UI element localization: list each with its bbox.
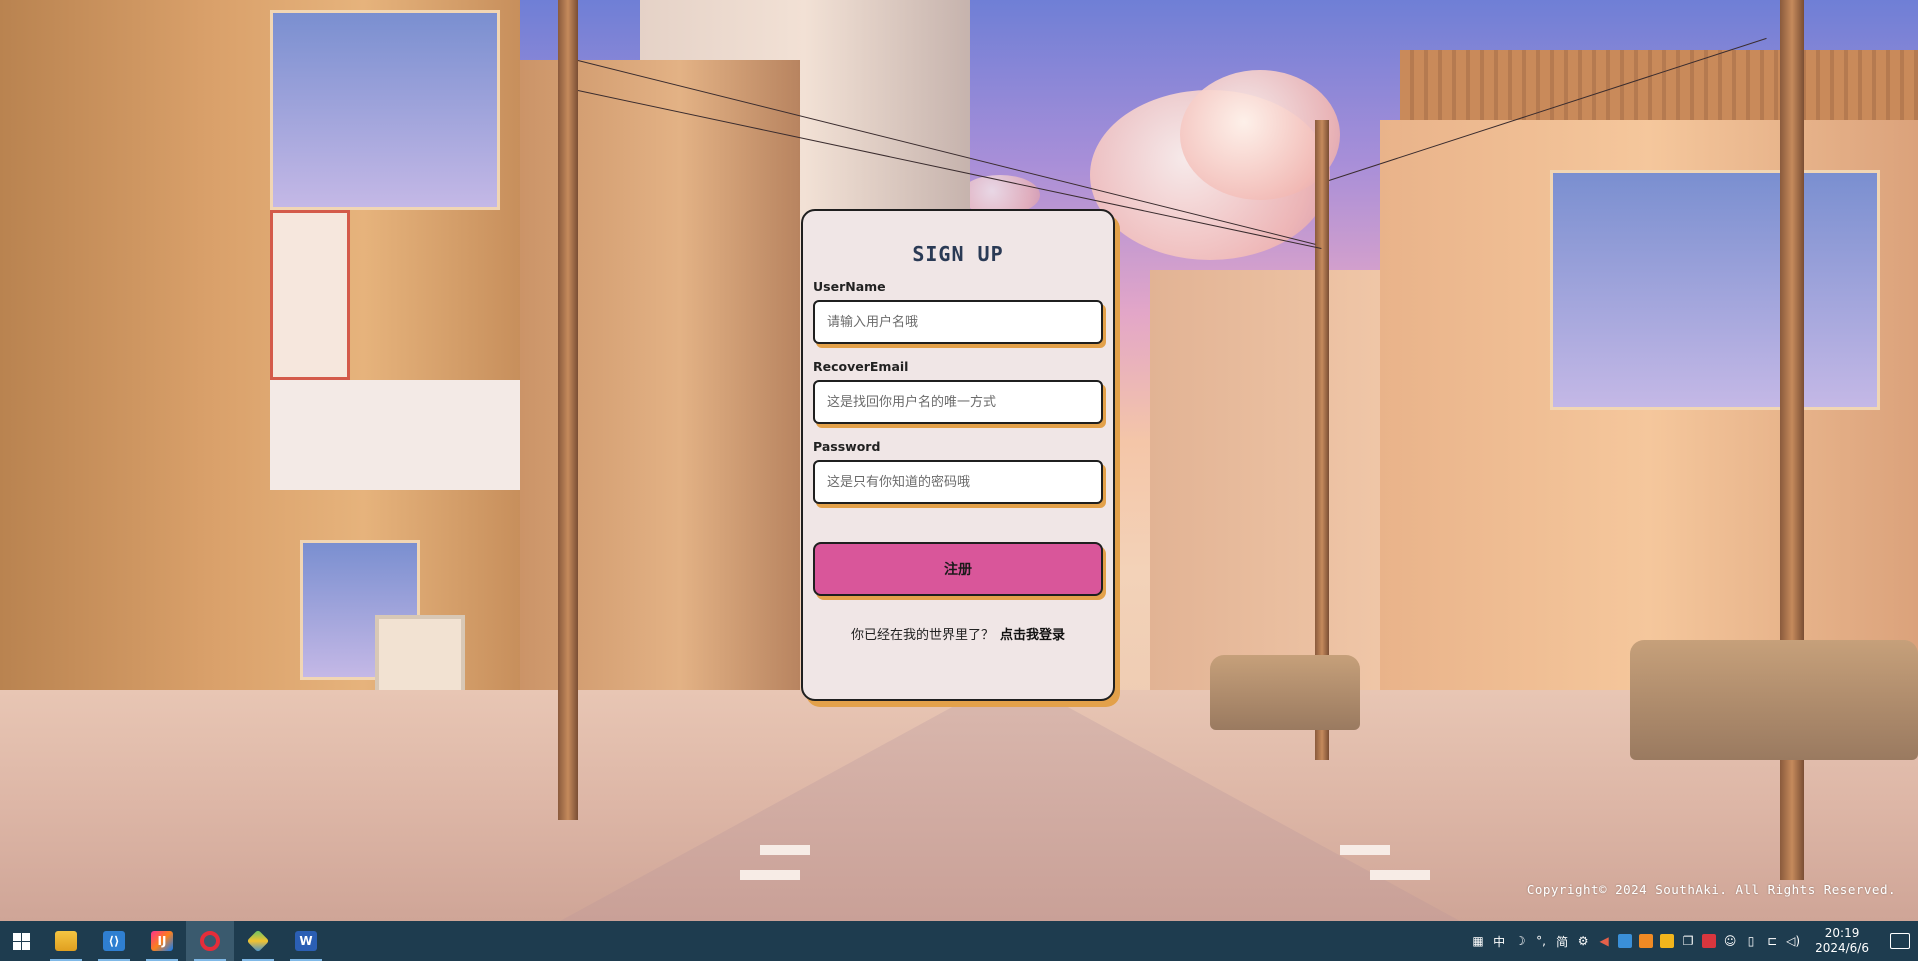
word-icon: W (295, 931, 317, 951)
network-icon[interactable]: ⊏ (1765, 934, 1779, 948)
ime-grid-icon[interactable]: ▦ (1471, 934, 1485, 948)
clock-date: 2024/6/6 (1815, 941, 1869, 955)
username-input[interactable] (813, 300, 1103, 344)
usb-icon[interactable]: ▯ (1744, 934, 1758, 948)
gear-icon[interactable]: ⚙ (1576, 934, 1590, 948)
signup-title: SIGN UP (912, 242, 1004, 266)
folder-icon (55, 931, 77, 951)
shield-icon[interactable] (1702, 934, 1717, 948)
house-window (1550, 170, 1880, 410)
taskbar-app-git[interactable] (234, 921, 282, 961)
recover-email-label: RecoverEmail (813, 359, 909, 374)
taskbar-app-intellij[interactable]: IJ (138, 921, 186, 961)
taskbar-app-vscode[interactable]: ⟨⟩ (90, 921, 138, 961)
intellij-icon: IJ (151, 931, 173, 951)
login-prompt-text: 你已经在我的世界里了？ (850, 628, 994, 643)
login-link[interactable]: 点击我登录 (1000, 628, 1065, 643)
moon-icon[interactable]: ☽ (1513, 934, 1527, 948)
windows-logo-icon (12, 932, 30, 950)
store-window (270, 10, 500, 210)
username-label: UserName (813, 279, 886, 294)
simplified-indicator[interactable]: 简 (1555, 934, 1569, 949)
volume-icon[interactable]: ◁) (1786, 934, 1800, 948)
copyright-text: Copyright© 2024 SouthAki. All Rights Res… (1526, 882, 1896, 897)
taskbar-app-word[interactable]: W (282, 921, 330, 961)
road-marking (1340, 845, 1390, 855)
password-label: Password (813, 439, 881, 454)
tray-app-icon[interactable] (1639, 934, 1654, 948)
distant-building (1150, 270, 1390, 690)
ime-mode-indicator[interactable]: 中 (1492, 934, 1506, 949)
window-icon[interactable]: ❐ (1681, 934, 1695, 948)
conbini-sign (270, 380, 520, 490)
tray-mascot-icon[interactable]: ☺ (1723, 934, 1737, 948)
recover-email-input[interactable] (813, 380, 1103, 424)
road-marking (760, 845, 810, 855)
tray-app-icon[interactable] (1660, 934, 1675, 948)
tray-app-icon[interactable] (1618, 934, 1633, 948)
password-input[interactable] (813, 460, 1103, 504)
utility-pole (558, 0, 578, 820)
notification-center-icon[interactable] (1890, 933, 1910, 949)
clock-time: 20:19 (1824, 926, 1860, 940)
vscode-icon: ⟨⟩ (103, 931, 125, 951)
house-left (500, 60, 800, 760)
opera-icon (200, 931, 220, 951)
house-roof (1400, 50, 1918, 130)
register-button[interactable]: 注册 (813, 542, 1103, 596)
git-icon (246, 929, 270, 953)
road-marking (740, 870, 800, 880)
store-sign (270, 210, 350, 380)
parked-car (1210, 655, 1360, 730)
taskbar-app-opera[interactable] (186, 921, 234, 961)
arrow-left-icon[interactable]: ◀ (1597, 934, 1611, 948)
signup-card: SIGN UP UserName RecoverEmail Password 注… (801, 209, 1115, 701)
taskbar-app-file-explorer[interactable] (42, 921, 90, 961)
parked-car (1630, 640, 1918, 760)
punctuation-indicator[interactable]: °, (1534, 934, 1548, 948)
login-prompt-row: 你已经在我的世界里了？ 点击我登录 (813, 624, 1103, 643)
road-marking (1370, 870, 1430, 880)
system-tray: ▦ 中 ☽ °, 简 ⚙ ◀ ❐ ☺ ▯ ⊏ ◁) 20:19 2024/6/6 (1471, 921, 1918, 961)
windows-taskbar: ⟨⟩ IJ W ▦ 中 ☽ °, 简 ⚙ ◀ ❐ ☺ ▯ ⊏ ◁) 20:19 … (0, 921, 1918, 961)
system-clock[interactable]: 20:19 2024/6/6 (1815, 926, 1869, 956)
start-button[interactable] (0, 921, 42, 961)
